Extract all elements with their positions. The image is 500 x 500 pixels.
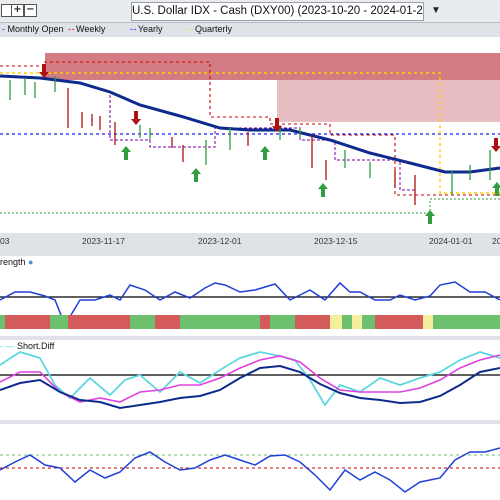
bar-segment <box>362 315 375 329</box>
x-axis-label: 20 <box>492 236 500 246</box>
panel-title-text: Short.Diff <box>17 341 55 351</box>
bar-segment <box>180 315 202 329</box>
resistance-zone-light <box>277 80 500 122</box>
bar-segment <box>5 315 50 329</box>
bar-segment <box>352 315 362 329</box>
bar-segment <box>130 315 155 329</box>
strength-panel-title: rength ● <box>0 257 33 267</box>
panel-title-text: rength <box>0 257 26 267</box>
chart-canvas[interactable]: 03 2023-11-17 2023-12-01 2023-12-15 2024… <box>0 0 500 500</box>
x-axis-label: 2023-12-01 <box>198 236 242 246</box>
bar-segment <box>260 315 270 329</box>
x-axis: 03 2023-11-17 2023-12-01 2023-12-15 2024… <box>0 236 500 246</box>
bar-segment <box>202 315 260 329</box>
x-axis-label: 03 <box>0 236 10 246</box>
diff-pane <box>0 340 500 420</box>
bar-segment <box>342 315 352 329</box>
settings-dot-icon[interactable]: ● <box>26 257 33 267</box>
bar-segment <box>270 315 295 329</box>
chart-window: + − U.S. Dollar IDX - Cash (DXY00) (2023… <box>0 0 500 500</box>
bar-segment <box>423 315 433 329</box>
x-axis-label: 2023-11-17 <box>82 236 125 246</box>
bar-segment <box>433 315 500 329</box>
diff-panel-title: - — Short.Diff <box>0 341 54 351</box>
bar-segment <box>295 315 330 329</box>
bar-segment <box>68 315 130 329</box>
bar-segment <box>0 315 5 329</box>
strength-color-bar <box>0 315 500 329</box>
bottom-pane <box>0 424 500 500</box>
legend-line-icon: — <box>5 341 18 351</box>
x-axis-label: 2023-12-15 <box>314 236 358 246</box>
resistance-zone <box>45 53 500 80</box>
bar-segment <box>330 315 342 329</box>
bar-segment <box>50 315 68 329</box>
x-axis-label: 2024-01-01 <box>429 236 473 246</box>
bar-segment <box>375 315 423 329</box>
bar-segment <box>155 315 180 329</box>
